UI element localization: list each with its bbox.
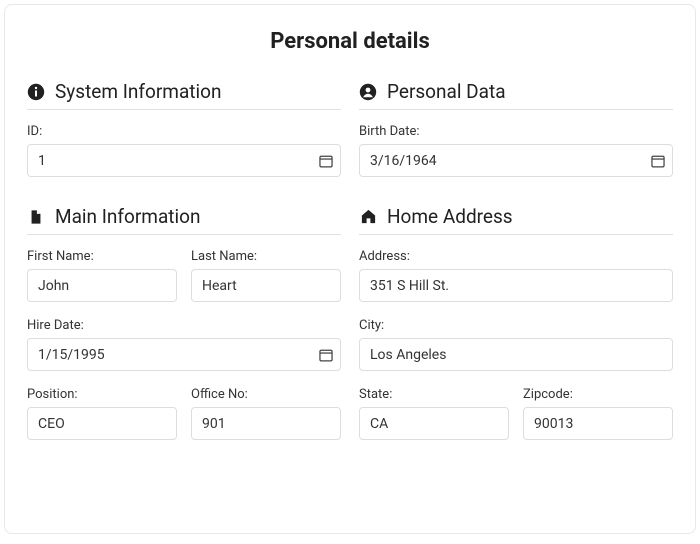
zipcode-label: Zipcode: — [523, 387, 673, 402]
section-header: System Information — [27, 80, 341, 110]
section-header: Personal Data — [359, 80, 673, 110]
field-office-no: Office No: — [191, 387, 341, 440]
city-input[interactable] — [359, 338, 673, 371]
birth-date-input-wrapper — [359, 144, 673, 177]
field-id: ID: — [27, 124, 341, 177]
section-header: Home Address — [359, 205, 673, 235]
hire-date-input[interactable] — [27, 338, 341, 371]
first-name-label: First Name: — [27, 249, 177, 264]
field-last-name: Last Name: — [191, 249, 341, 302]
info-icon — [27, 83, 45, 101]
field-birth-date: Birth Date: — [359, 124, 673, 177]
section-title: Main Information — [55, 205, 200, 228]
birth-date-input[interactable] — [359, 144, 673, 177]
home-icon — [359, 208, 377, 226]
section-title: Home Address — [387, 205, 513, 228]
section-main-information: Main Information First Name: Last Name: … — [27, 205, 341, 440]
address-label: Address: — [359, 249, 673, 264]
calendar-icon[interactable] — [649, 152, 667, 170]
field-position: Position: — [27, 387, 177, 440]
section-home-address: Home Address Address: City: State: Zipco… — [359, 205, 673, 440]
file-icon — [27, 208, 45, 226]
office-no-label: Office No: — [191, 387, 341, 402]
office-no-input[interactable] — [191, 407, 341, 440]
form-grid: System Information ID: Personal Data — [27, 80, 673, 440]
id-input[interactable] — [27, 144, 341, 177]
field-city: City: — [359, 318, 673, 371]
state-input[interactable] — [359, 407, 509, 440]
section-header: Main Information — [27, 205, 341, 235]
position-label: Position: — [27, 387, 177, 402]
personal-details-form: Personal details System Information ID: — [4, 4, 696, 534]
state-label: State: — [359, 387, 509, 402]
zipcode-input[interactable] — [523, 407, 673, 440]
position-input[interactable] — [27, 407, 177, 440]
section-title: Personal Data — [387, 80, 506, 103]
last-name-input[interactable] — [191, 269, 341, 302]
birth-date-label: Birth Date: — [359, 124, 673, 139]
hire-date-label: Hire Date: — [27, 318, 341, 333]
section-system-information: System Information ID: — [27, 80, 341, 177]
section-personal-data: Personal Data Birth Date: — [359, 80, 673, 177]
calendar-icon[interactable] — [317, 152, 335, 170]
address-input[interactable] — [359, 269, 673, 302]
last-name-label: Last Name: — [191, 249, 341, 264]
field-state: State: — [359, 387, 509, 440]
field-hire-date: Hire Date: — [27, 318, 341, 371]
city-label: City: — [359, 318, 673, 333]
user-circle-icon — [359, 83, 377, 101]
id-label: ID: — [27, 124, 341, 139]
section-title: System Information — [55, 80, 221, 103]
field-zipcode: Zipcode: — [523, 387, 673, 440]
calendar-icon[interactable] — [317, 346, 335, 364]
page-title: Personal details — [27, 5, 673, 80]
field-address: Address: — [359, 249, 673, 302]
id-input-wrapper — [27, 144, 341, 177]
first-name-input[interactable] — [27, 269, 177, 302]
hire-date-input-wrapper — [27, 338, 341, 371]
field-first-name: First Name: — [27, 249, 177, 302]
